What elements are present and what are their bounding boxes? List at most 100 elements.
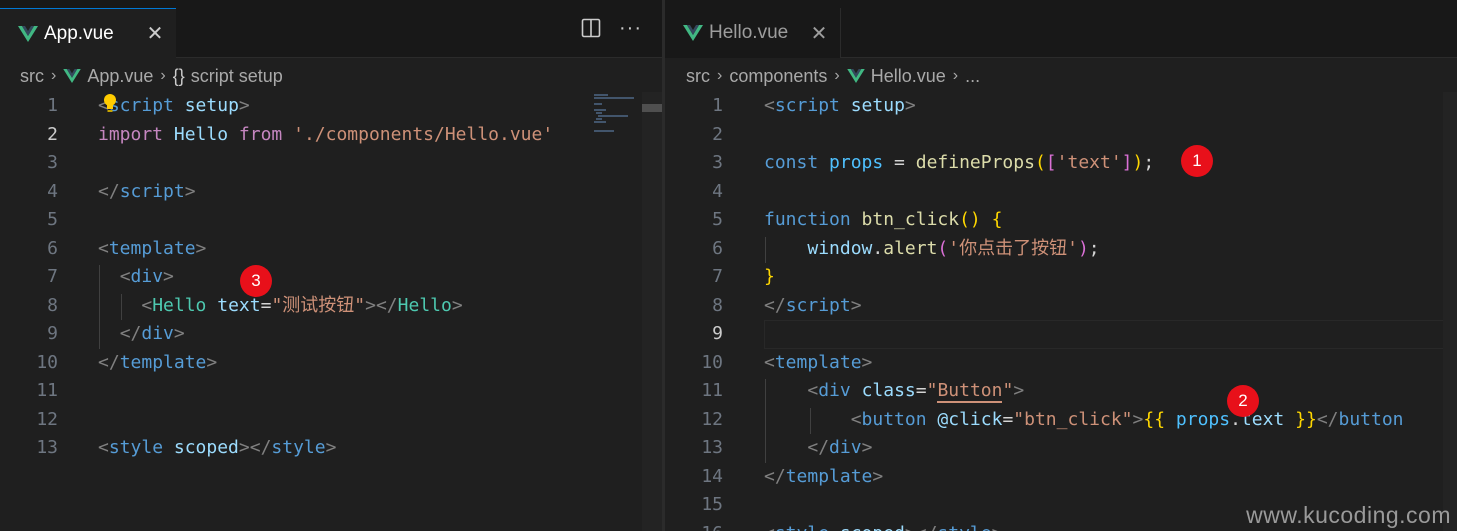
indent-guide — [810, 407, 811, 434]
line-number: 9 — [712, 323, 723, 344]
code-text: <style scoped></style> — [98, 437, 337, 458]
code-text: <div class="Button"> — [807, 380, 1025, 403]
editor-actions: ··· — [581, 18, 642, 38]
code-line[interactable]: 13 </div> — [665, 434, 1457, 463]
watermark: www.kucoding.com — [1246, 502, 1451, 528]
line-number: 6 — [47, 237, 58, 259]
annotation-badge-3: 3 — [240, 265, 272, 297]
tab-hello-vue[interactable]: Hello.vue ✕ — [665, 8, 841, 58]
code-line[interactable]: 10 </template> — [0, 349, 662, 378]
code-text: window.alert('你点击了按钮'); — [807, 237, 1100, 259]
code-text: <template> — [98, 237, 207, 259]
line-number: 5 — [712, 209, 723, 230]
code-text: <template> — [764, 351, 873, 373]
chevron-right-icon: › — [160, 67, 166, 84]
code-text: </div> — [807, 437, 873, 458]
code-line[interactable]: 10 <template> — [665, 349, 1457, 378]
code-line[interactable]: 1 <script setup> — [0, 92, 662, 121]
breadcrumb-symbol[interactable]: script setup — [191, 66, 283, 87]
code-line[interactable]: 2 import Hello from './components/Hello.v… — [0, 121, 662, 150]
breadcrumb-src[interactable]: src — [20, 66, 44, 87]
code-line[interactable]: 1 <script setup> — [665, 92, 1457, 121]
line-number: 12 — [701, 408, 723, 430]
code-editor[interactable]: 1 <script setup> 2 3 const props = definePro… — [665, 92, 1457, 531]
code-line[interactable]: 7} — [665, 263, 1457, 292]
code-line[interactable]: 5 function btn_click() { — [665, 206, 1457, 235]
annotation-badge-2: 2 — [1227, 385, 1259, 417]
tab-app-vue[interactable]: App.vue ✕ — [0, 8, 176, 58]
more-actions-icon[interactable]: ··· — [619, 18, 642, 38]
indent-guide — [121, 293, 122, 320]
split-editor-icon[interactable] — [581, 18, 601, 38]
line-number: 4 — [47, 180, 58, 202]
line-number: 11 — [36, 380, 58, 401]
breadcrumb-folder[interactable]: components — [729, 66, 827, 87]
breadcrumb-ellipsis[interactable]: ... — [965, 66, 980, 87]
code-line[interactable]: 14 </template> — [665, 463, 1457, 492]
code-line[interactable]: 3 const props = defineProps(['text']); — [665, 149, 1457, 178]
vertical-scrollbar[interactable] — [1443, 92, 1457, 531]
line-number: 2 — [47, 123, 58, 145]
line-number: 14 — [701, 465, 723, 487]
left-editor-group: App.vue ✕ ··· src › App.vue › {} script … — [0, 0, 662, 531]
line-number: 12 — [36, 408, 58, 430]
right-tab-bar: Hello.vue ✕ — [665, 0, 1457, 58]
code-text: <style scoped></style> — [764, 520, 1002, 531]
line-number: 7 — [712, 266, 723, 287]
line-number: 2 — [712, 123, 723, 145]
code-line[interactable]: 3 — [0, 149, 662, 178]
code-text: } — [764, 266, 775, 287]
code-text: <Hello text="测试按钮"></Hello> — [141, 294, 463, 316]
code-line[interactable]: 6 <template> — [0, 235, 662, 264]
line-number: 6 — [712, 237, 723, 259]
code-line[interactable]: 2 — [665, 121, 1457, 150]
tab-label: App.vue — [44, 22, 114, 44]
breadcrumb-file[interactable]: Hello.vue — [871, 66, 946, 87]
code-line[interactable]: 11 <div class="Button"> — [665, 377, 1457, 406]
code-line[interactable]: 4 — [665, 178, 1457, 207]
line-number: 16 — [665, 520, 723, 531]
line-number: 4 — [712, 180, 723, 202]
line-number: 13 — [701, 437, 723, 458]
minimap[interactable] — [586, 92, 642, 531]
vertical-scrollbar[interactable] — [642, 92, 662, 531]
breadcrumb-file[interactable]: App.vue — [87, 66, 153, 87]
chevron-right-icon: › — [717, 67, 723, 84]
code-line[interactable]: 11 — [0, 377, 662, 406]
line-number: 13 — [36, 437, 58, 458]
code-text: <button @click="btn_click">{{ props.text… — [850, 408, 1404, 430]
code-editor[interactable]: 1 <script setup> 2 import Hello from './com… — [0, 92, 662, 531]
right-editor-group: Hello.vue ✕ src › components › Hello.vue… — [665, 0, 1457, 531]
code-line[interactable]: 12 — [0, 406, 662, 435]
line-number: 3 — [712, 152, 723, 173]
lightbulb-icon[interactable] — [102, 93, 118, 113]
code-text: <script setup> — [764, 95, 916, 116]
code-line[interactable]: 13 <style scoped></style> — [0, 434, 662, 463]
scrollbar-thumb[interactable] — [642, 104, 662, 112]
code-text: </div> — [119, 323, 185, 344]
line-number: 5 — [47, 209, 58, 230]
code-text: function btn_click() { — [764, 209, 1003, 230]
code-text: const props = defineProps(['text']); — [764, 152, 1155, 173]
line-number: 8 — [47, 294, 58, 316]
chevron-right-icon: › — [952, 67, 959, 84]
breadcrumb-src[interactable]: src — [686, 66, 710, 87]
code-text: </template> — [764, 465, 884, 487]
vue-icon — [18, 25, 38, 42]
vue-icon — [846, 69, 865, 83]
line-number: 3 — [47, 152, 58, 173]
code-line[interactable]: 12 <button @click="btn_click">{{ props.t… — [665, 406, 1457, 435]
code-line[interactable]: 4 </script> — [0, 178, 662, 207]
close-icon[interactable]: ✕ — [144, 21, 166, 46]
code-line[interactable]: 5 — [0, 206, 662, 235]
code-text: import Hello from './components/Hello.vu… — [98, 123, 554, 145]
line-number: 10 — [36, 351, 58, 373]
line-number: 10 — [701, 351, 723, 373]
line-number: 7 — [47, 266, 58, 287]
code-line[interactable]: 9 — [665, 320, 1457, 349]
code-line[interactable]: 8 </script> — [665, 292, 1457, 321]
code-line[interactable]: 6 window.alert('你点击了按钮'); — [665, 235, 1457, 264]
close-icon[interactable]: ✕ — [808, 21, 830, 46]
line-number: 1 — [47, 95, 58, 116]
line-number: 15 — [701, 494, 723, 515]
